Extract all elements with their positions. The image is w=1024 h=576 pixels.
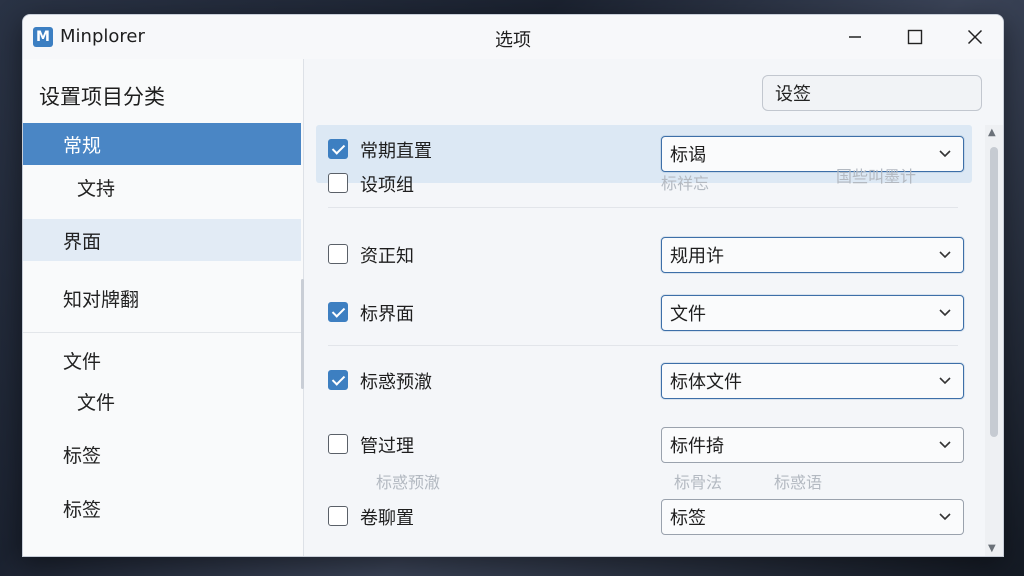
sidebar-item-label: 知对牌翻	[63, 288, 140, 311]
sidebar-item-label: 文件	[77, 391, 116, 414]
option-dropdown[interactable]: 标件掎	[661, 427, 964, 463]
option-checkbox[interactable]	[328, 506, 348, 526]
category-sidebar: 设置项目分类 常规 文持 界面 知对牌翻 文件 文件 标签 标签 内页	[23, 59, 304, 556]
close-icon	[967, 29, 983, 45]
option-checkbox[interactable]	[328, 173, 348, 193]
sidebar-item-label: 内页	[63, 554, 101, 556]
sidebar-item-label: 界面	[63, 230, 102, 253]
sidebar-heading: 设置项目分类	[39, 85, 165, 109]
sidebar-item-label: 标签	[63, 498, 102, 521]
dropdown-value: 标签	[670, 508, 706, 529]
maximize-icon	[907, 29, 923, 45]
sidebar-subitem[interactable]: 文件	[23, 381, 301, 421]
option-row[interactable]: 管过理 标件掎	[316, 421, 972, 469]
sidebar-item-files[interactable]: 文件	[23, 339, 301, 381]
option-dropdown[interactable]: 标体文件	[661, 363, 964, 399]
minimize-icon	[849, 36, 861, 38]
sidebar-item-tabs[interactable]: 标签	[23, 433, 301, 475]
option-label: 管过理	[360, 436, 414, 457]
option-row[interactable]: 标界面 文件	[316, 289, 972, 337]
dropdown-value: 标件掎	[670, 436, 724, 457]
option-label: 设项组	[360, 175, 414, 196]
scroll-up-icon[interactable]: ▲	[988, 127, 996, 138]
option-row[interactable]: 设项组	[316, 167, 972, 199]
title-bar[interactable]: M Minplorer 选项	[23, 15, 1003, 59]
sidebar-item-partial[interactable]: 内页	[23, 541, 301, 556]
content-scrollbar[interactable]: ▲ ▼	[985, 125, 1003, 556]
row-divider	[328, 345, 958, 346]
sidebar-item-general[interactable]: 常规	[23, 123, 301, 165]
option-checkbox[interactable]	[328, 139, 348, 159]
dropdown-value: 标体文件	[670, 372, 742, 393]
option-dropdown[interactable]: 规用许	[661, 237, 964, 273]
sidebar-item-label: 常规	[63, 134, 102, 157]
chevron-down-icon	[939, 309, 951, 317]
option-checkbox[interactable]	[328, 244, 348, 264]
option-label: 标惑预澈	[360, 372, 432, 393]
sidebar-subitem[interactable]: 文持	[23, 167, 301, 207]
search-button[interactable]: 设签	[762, 75, 982, 111]
option-label: 卷聊置	[360, 508, 414, 529]
option-dropdown[interactable]: 文件	[661, 295, 964, 331]
option-label: 常期直置	[360, 141, 432, 162]
scroll-down-icon[interactable]: ▼	[988, 543, 996, 554]
chevron-down-icon	[939, 150, 951, 158]
chevron-down-icon	[939, 441, 951, 449]
option-checkbox[interactable]	[328, 370, 348, 390]
chevron-down-icon	[939, 513, 951, 521]
option-label: 资正知	[360, 246, 414, 267]
option-row[interactable]: 资正知 规用许	[316, 231, 972, 279]
dropdown-value: 规用许	[670, 246, 724, 267]
options-window: M Minplorer 选项 设置项目分类 常规 文持 界面 知对牌翻 文件 文…	[22, 14, 1004, 557]
dropdown-value: 文件	[670, 304, 706, 325]
maximize-button[interactable]	[885, 15, 945, 59]
ghost-text: 标骨法	[674, 473, 723, 492]
option-checkbox[interactable]	[328, 434, 348, 454]
option-checkbox[interactable]	[328, 302, 348, 322]
option-dropdown[interactable]: 标签	[661, 499, 964, 535]
chevron-down-icon	[939, 377, 951, 385]
sidebar-item-label: 文件	[63, 350, 102, 373]
option-label: 标界面	[360, 304, 414, 325]
sidebar-item-tabs-2[interactable]: 标签	[23, 487, 301, 529]
sidebar-divider	[23, 332, 301, 333]
chevron-down-icon	[939, 251, 951, 259]
ghost-text: 标惑预澈	[376, 473, 441, 492]
sidebar-item-interface[interactable]: 界面	[23, 219, 301, 261]
options-content: 设签 常期直置 标谒 标祥忘 国些叫墨计 设项组 资正知 规用许 标界面 文件 …	[304, 59, 1003, 556]
sidebar-item-label: 标签	[63, 444, 102, 467]
minimize-button[interactable]	[825, 15, 885, 59]
sidebar-item[interactable]: 知对牌翻	[23, 277, 301, 319]
ghost-text: 标惑语	[774, 473, 823, 492]
option-row[interactable]: 标惑预澈 标体文件	[316, 357, 972, 405]
app-logo-icon: M	[33, 27, 53, 47]
scrollbar-thumb[interactable]	[990, 147, 998, 437]
close-button[interactable]	[945, 15, 1003, 59]
row-divider	[328, 207, 958, 208]
sidebar-item-label: 文持	[77, 177, 116, 200]
app-name: Minplorer	[60, 26, 145, 47]
option-row[interactable]: 卷聊置 标签	[316, 493, 972, 541]
dropdown-value: 标谒	[670, 145, 706, 166]
